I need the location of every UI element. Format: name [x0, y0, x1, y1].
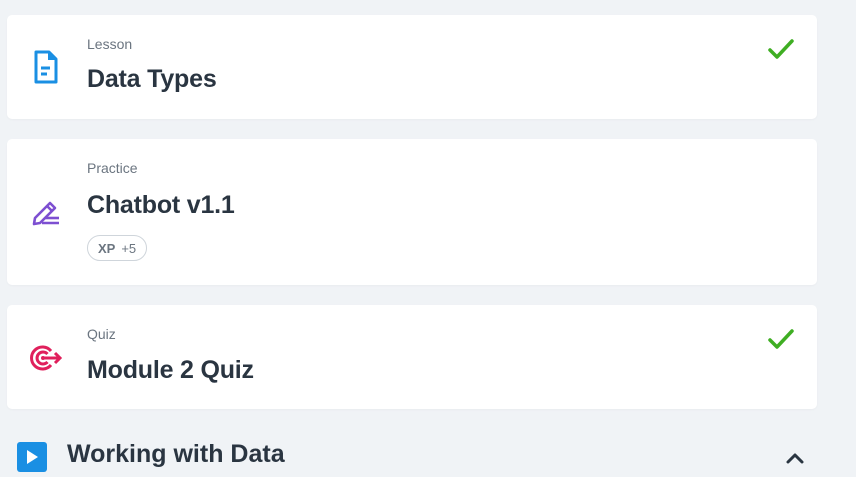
- check-icon: [768, 39, 794, 59]
- section-header[interactable]: Working with Data: [17, 440, 817, 472]
- target-icon: [29, 341, 63, 375]
- practice-card[interactable]: Practice Chatbot v1.1 XP +5: [7, 139, 817, 285]
- document-icon: [29, 50, 63, 84]
- item-kind: Quiz: [87, 326, 116, 342]
- chevron-up-icon[interactable]: [785, 448, 805, 468]
- pencil-icon: [29, 194, 63, 228]
- xp-label: XP: [98, 240, 116, 256]
- item-title: Chatbot v1.1: [87, 191, 235, 219]
- section-title: Working with Data: [67, 440, 285, 468]
- item-title: Module 2 Quiz: [87, 356, 254, 384]
- item-kind: Lesson: [87, 36, 133, 52]
- check-icon: [768, 329, 794, 349]
- item-kind: Practice: [87, 160, 138, 176]
- play-icon: [17, 442, 47, 472]
- xp-badge: XP +5: [87, 235, 148, 261]
- xp-value: +5: [121, 240, 137, 256]
- quiz-card[interactable]: Quiz Module 2 Quiz: [7, 305, 817, 409]
- item-title: Data Types: [87, 65, 217, 93]
- lesson-card[interactable]: Lesson Data Types: [7, 15, 817, 119]
